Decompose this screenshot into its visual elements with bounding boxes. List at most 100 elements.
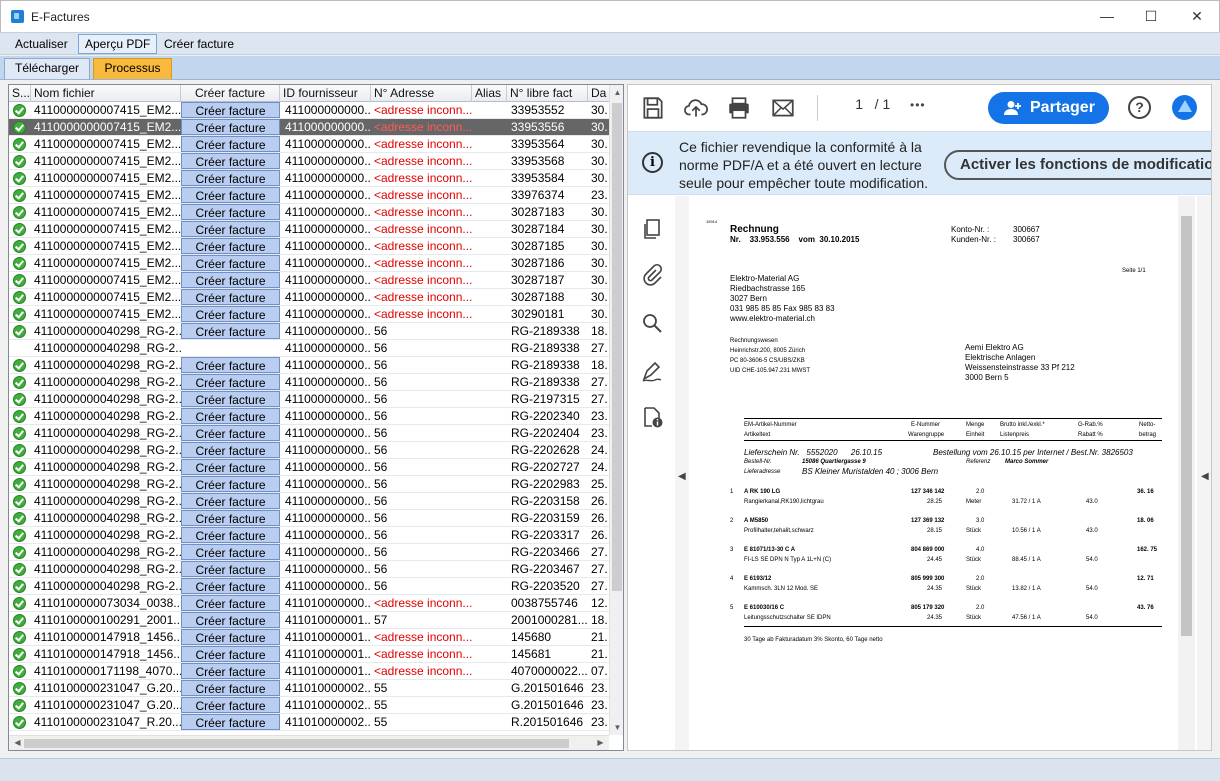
document-scroll-thumb[interactable]: [1181, 216, 1192, 636]
table-row[interactable]: 4110000000040298_RG-2... Créer facture 411…: [9, 476, 609, 493]
attachment-icon[interactable]: [640, 263, 664, 287]
create-invoice-button[interactable]: Créer facture: [181, 680, 280, 696]
col-address-no[interactable]: N° Adresse: [371, 85, 472, 102]
table-row[interactable]: 4110000000007415_EM2... Créer facture 4110…: [9, 136, 609, 153]
table-row[interactable]: 4110000000040298_RG-2... Créer facture 411…: [9, 459, 609, 476]
table-row[interactable]: 4110000000040298_RG-2... Créer facture 411…: [9, 561, 609, 578]
document-scrollbar[interactable]: [1178, 196, 1195, 750]
create-invoice-button[interactable]: Créer facture: [181, 578, 280, 594]
table-row[interactable]: 4110000000007415_EM2... Créer facture 4110…: [9, 102, 609, 119]
table-row[interactable]: 4110000000040298_RG-2... Créer facture 411…: [9, 510, 609, 527]
adobe-logo-icon[interactable]: [1172, 95, 1197, 120]
create-invoice-button[interactable]: Créer facture: [181, 221, 280, 237]
pdf-preview-button[interactable]: Aperçu PDF: [78, 34, 158, 54]
search-icon[interactable]: [640, 311, 664, 335]
create-invoice-menu-button[interactable]: Créer facture: [157, 34, 241, 54]
scroll-thumb[interactable]: [612, 103, 622, 591]
create-invoice-button[interactable]: Créer facture: [181, 374, 280, 390]
close-button[interactable]: ✕: [1174, 1, 1220, 31]
save-icon[interactable]: [640, 95, 666, 121]
create-invoice-button[interactable]: Créer facture: [181, 153, 280, 169]
create-invoice-button[interactable]: Créer facture: [181, 493, 280, 509]
collapse-left-panel[interactable]: ◀: [675, 196, 689, 750]
sign-pen-icon[interactable]: [640, 359, 664, 383]
table-row[interactable]: 4110100000171198_4070... Créer facture 411…: [9, 663, 609, 680]
create-invoice-button[interactable]: Créer facture: [181, 136, 280, 152]
table-row[interactable]: 4110000000040298_RG-2... Créer facture 411…: [9, 578, 609, 595]
table-row[interactable]: 4110000000007415_EM2... Créer facture 4110…: [9, 204, 609, 221]
create-invoice-button[interactable]: Créer facture: [181, 272, 280, 288]
create-invoice-button[interactable]: Créer facture: [181, 170, 280, 186]
maximize-button[interactable]: ☐: [1128, 1, 1174, 31]
tab-upload[interactable]: Télécharger: [4, 58, 90, 79]
create-invoice-button[interactable]: Créer facture: [181, 204, 280, 220]
create-invoice-button[interactable]: Créer facture: [181, 459, 280, 475]
chevron-left-icon[interactable]: ◀: [1201, 471, 1209, 482]
table-row[interactable]: 4110000000040298_RG-2... Créer facture 411…: [9, 374, 609, 391]
col-invoice-no[interactable]: N° libre fact: [507, 85, 588, 102]
table-row[interactable]: 4110000000040298_RG-2... Créer facture 411…: [9, 527, 609, 544]
table-row[interactable]: 4110100000147918_1456... Créer facture 411…: [9, 629, 609, 646]
enable-editing-button[interactable]: Activer les fonctions de modification: [944, 150, 1211, 180]
page-current-input[interactable]: 1: [833, 96, 863, 112]
document-info-icon[interactable]: [640, 405, 664, 429]
create-invoice-button[interactable]: Créer facture: [181, 391, 280, 407]
create-invoice-button[interactable]: Créer facture: [181, 425, 280, 441]
table-row[interactable]: 4110000000040298_RG-2... Créer facture 411…: [9, 425, 609, 442]
create-invoice-button[interactable]: Créer facture: [181, 306, 280, 322]
print-icon[interactable]: [726, 95, 752, 121]
scroll-left-icon[interactable]: ◀: [10, 738, 25, 747]
table-row[interactable]: 4110000000040298_RG-2... 411000000000... 5…: [9, 340, 609, 357]
table-row[interactable]: 4110000000040298_RG-2... Créer facture 411…: [9, 544, 609, 561]
create-invoice-button[interactable]: Créer facture: [181, 323, 280, 339]
table-row[interactable]: 4110000000040298_RG-2... Créer facture 411…: [9, 391, 609, 408]
help-icon[interactable]: ?: [1128, 96, 1151, 119]
create-invoice-button[interactable]: Créer facture: [181, 697, 280, 713]
table-row[interactable]: 4110000000007415_EM2... Créer facture 4110…: [9, 221, 609, 238]
table-row[interactable]: 4110000000040298_RG-2... Créer facture 411…: [9, 408, 609, 425]
create-invoice-button[interactable]: Créer facture: [181, 357, 280, 373]
table-row[interactable]: 4110100000100291_2001... Créer facture 411…: [9, 612, 609, 629]
table-row[interactable]: 4110000000007415_EM2... Créer facture 4110…: [9, 119, 609, 136]
col-supplier-id[interactable]: ID fournisseur: [280, 85, 371, 102]
col-file-name[interactable]: Nom fichier: [31, 85, 181, 102]
create-invoice-button[interactable]: Créer facture: [181, 629, 280, 645]
create-invoice-button[interactable]: Créer facture: [181, 544, 280, 560]
table-row[interactable]: 4110000000040298_RG-2... Créer facture 411…: [9, 323, 609, 340]
table-row[interactable]: 4110000000040298_RG-2... Créer facture 411…: [9, 442, 609, 459]
email-icon[interactable]: [770, 95, 796, 121]
table-row[interactable]: 4110000000007415_EM2... Créer facture 4110…: [9, 289, 609, 306]
create-invoice-button[interactable]: Créer facture: [181, 119, 280, 135]
table-row[interactable]: 4110100000231047_G.20... Créer facture 411…: [9, 680, 609, 697]
scroll-right-icon[interactable]: ▶: [593, 738, 608, 747]
create-invoice-button[interactable]: Créer facture: [181, 510, 280, 526]
create-invoice-button[interactable]: Créer facture: [181, 476, 280, 492]
table-row[interactable]: 4110000000007415_EM2... Créer facture 4110…: [9, 255, 609, 272]
create-invoice-button[interactable]: Créer facture: [181, 442, 280, 458]
create-invoice-button[interactable]: Créer facture: [181, 595, 280, 611]
create-invoice-button[interactable]: Créer facture: [181, 561, 280, 577]
chevron-left-icon[interactable]: ◀: [678, 471, 686, 482]
table-row[interactable]: 4110000000007415_EM2... Créer facture 4110…: [9, 153, 609, 170]
refresh-button[interactable]: Actualiser: [8, 34, 75, 54]
table-row[interactable]: 4110000000040298_RG-2... Créer facture 411…: [9, 493, 609, 510]
collapse-right-panel[interactable]: ◀: [1197, 196, 1211, 750]
create-invoice-button[interactable]: Créer facture: [181, 714, 280, 730]
pages-icon[interactable]: [640, 217, 664, 241]
table-row[interactable]: 4110000000007415_EM2... Créer facture 4110…: [9, 238, 609, 255]
grid-vertical-scrollbar[interactable]: ▲ ▼: [609, 85, 623, 735]
create-invoice-button[interactable]: Créer facture: [181, 408, 280, 424]
col-status[interactable]: S...: [9, 85, 31, 102]
scroll-down-icon[interactable]: ▼: [610, 723, 623, 732]
create-invoice-button[interactable]: Créer facture: [181, 663, 280, 679]
table-row[interactable]: 4110000000007415_EM2... Créer facture 4110…: [9, 170, 609, 187]
hscroll-thumb[interactable]: [24, 739, 569, 748]
minimize-button[interactable]: —: [1084, 1, 1130, 31]
table-row[interactable]: 4110000000007415_EM2... Créer facture 4110…: [9, 187, 609, 204]
more-options-icon[interactable]: •••: [910, 98, 926, 112]
cloud-upload-icon[interactable]: [683, 95, 709, 121]
create-invoice-button[interactable]: Créer facture: [181, 289, 280, 305]
col-alias[interactable]: Alias: [472, 85, 507, 102]
share-button[interactable]: Partager: [988, 92, 1109, 124]
scroll-up-icon[interactable]: ▲: [610, 88, 623, 97]
